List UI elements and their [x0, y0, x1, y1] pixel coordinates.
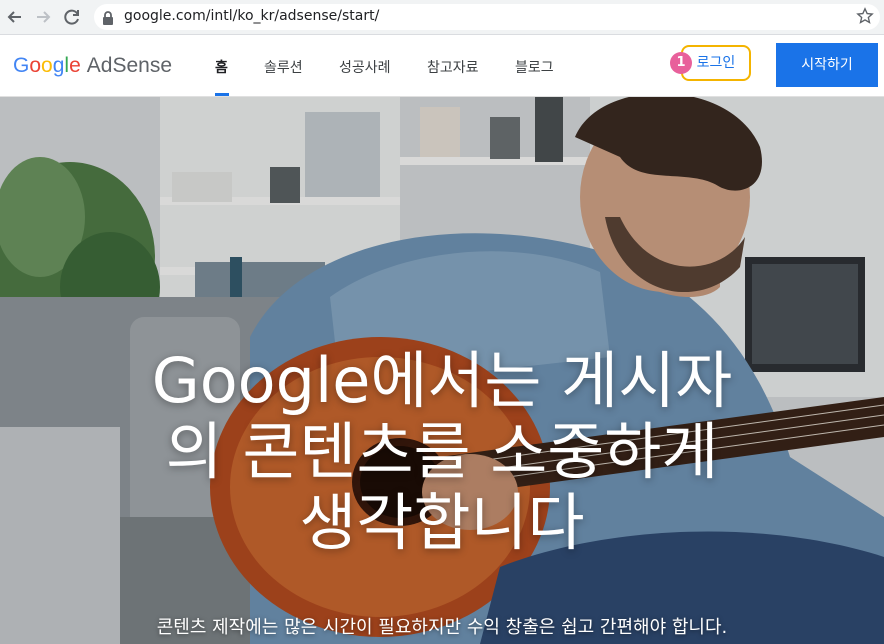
back-arrow-icon[interactable]: [4, 6, 26, 28]
google-adsense-logo[interactable]: Google AdSense: [13, 54, 172, 78]
nav-item-resources[interactable]: 참고자료: [427, 57, 479, 77]
address-bar[interactable]: google.com/intl/ko_kr/adsense/start/: [94, 4, 880, 30]
browser-toolbar: google.com/intl/ko_kr/adsense/start/: [0, 0, 884, 35]
nav-item-solutions[interactable]: 솔루션: [264, 57, 303, 77]
forward-arrow-icon[interactable]: [32, 6, 54, 28]
nav-item-home[interactable]: 홈: [215, 57, 228, 77]
google-wordmark: Google: [13, 54, 81, 77]
active-tab-indicator: [215, 93, 229, 96]
hero-section: Google에서는 게시자 의 콘텐츠를 소중하게 생각합니다 콘텐츠 제작에는…: [0, 97, 884, 644]
nav-item-success-stories[interactable]: 성공사례: [339, 57, 391, 77]
hero-subtext: 콘텐츠 제작에는 많은 시간이 필요하지만 수익 창출은 쉽고 간편해야 합니다…: [156, 617, 728, 638]
step-number-badge: 1: [670, 52, 692, 74]
lock-icon: [102, 10, 114, 29]
url-text: google.com/intl/ko_kr/adsense/start/: [124, 8, 380, 24]
nav-item-blog[interactable]: 블로그: [515, 57, 554, 77]
bookmark-star-icon[interactable]: [856, 7, 874, 29]
adsense-wordmark: AdSense: [86, 54, 172, 77]
hero-headline-line: 의 콘텐츠를 소중하게: [165, 415, 719, 488]
hero-headline: Google에서는 게시자 의 콘텐츠를 소중하게 생각합니다: [0, 345, 884, 558]
hero-headline-line: 생각합니다: [299, 486, 585, 559]
start-button[interactable]: 시작하기: [776, 43, 878, 87]
site-header: Google AdSense 홈 솔루션 성공사례 참고자료 블로그 로그인 1 …: [0, 35, 884, 97]
hero-headline-line: Google에서는 게시자: [151, 344, 733, 417]
reload-icon[interactable]: [61, 6, 83, 28]
